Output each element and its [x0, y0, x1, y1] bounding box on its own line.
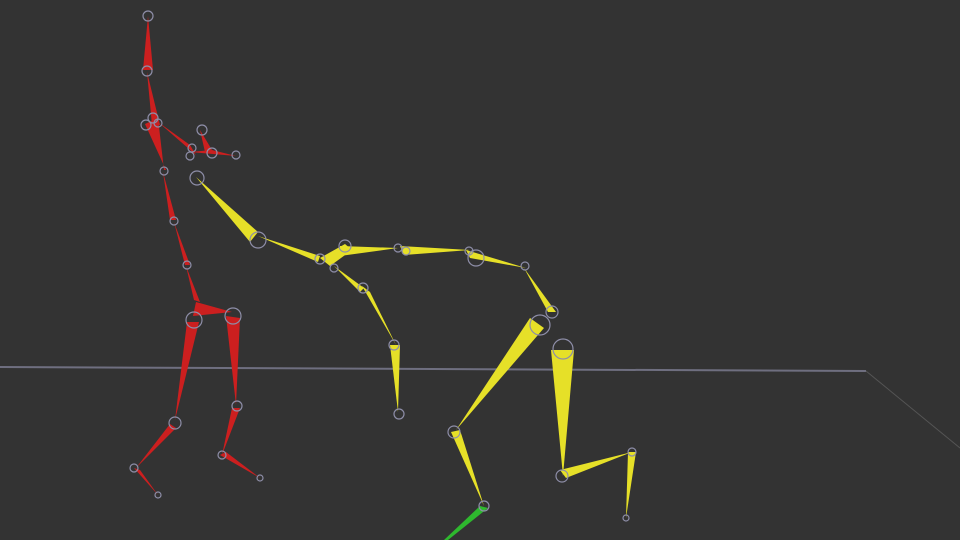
yellow-front-forearm[interactable] — [362, 286, 396, 345]
ground-edge-line — [865, 370, 960, 449]
joint-marker[interactable] — [249, 231, 267, 249]
yellow-spine-bone-3[interactable] — [466, 250, 526, 268]
red-spine-bone-2[interactable] — [163, 172, 176, 220]
joint-marker[interactable] — [231, 150, 241, 160]
green-bone[interactable] — [444, 506, 488, 540]
yellow-rear-right-foot[interactable] — [626, 452, 636, 518]
red-pelvis-bone[interactable] — [186, 266, 200, 302]
yellow-rear-right-thigh[interactable] — [551, 350, 574, 476]
yellow-neck-bone[interactable] — [196, 177, 258, 242]
yellow-rear-left-shin[interactable] — [451, 430, 484, 506]
joint-marker[interactable] — [329, 263, 339, 273]
red-forearm-bone[interactable] — [190, 150, 236, 156]
scene-canvas[interactable] — [0, 0, 960, 540]
red-head-bone[interactable] — [143, 16, 153, 70]
yellow-skeleton[interactable] — [196, 177, 636, 518]
yellow-front-hand[interactable] — [390, 345, 400, 412]
yellow-hip-bone[interactable] — [524, 268, 556, 312]
red-left-foot[interactable] — [134, 468, 158, 495]
joint-marker[interactable] — [520, 261, 530, 271]
green-foot-bone[interactable] — [444, 506, 488, 540]
yellow-front-upper-arm[interactable] — [334, 266, 364, 292]
red-skeleton[interactable] — [134, 16, 260, 495]
red-right-shin[interactable] — [222, 408, 240, 455]
red-left-thigh[interactable] — [175, 322, 199, 420]
red-left-shin[interactable] — [136, 424, 176, 468]
red-spine-bone-3[interactable] — [174, 222, 190, 265]
ground-horizon-line — [0, 366, 867, 372]
joint-marker[interactable] — [185, 151, 195, 161]
joint-marker[interactable] — [393, 408, 405, 420]
red-arm-bone[interactable] — [158, 122, 196, 155]
red-right-thigh[interactable] — [226, 316, 240, 405]
yellow-rear-left-thigh[interactable] — [456, 318, 544, 430]
yellow-upper-spine-bone[interactable] — [258, 236, 320, 262]
joint-marker[interactable] — [168, 416, 182, 430]
3d-viewport[interactable] — [0, 0, 960, 540]
yellow-rear-right-shin[interactable] — [560, 452, 632, 478]
